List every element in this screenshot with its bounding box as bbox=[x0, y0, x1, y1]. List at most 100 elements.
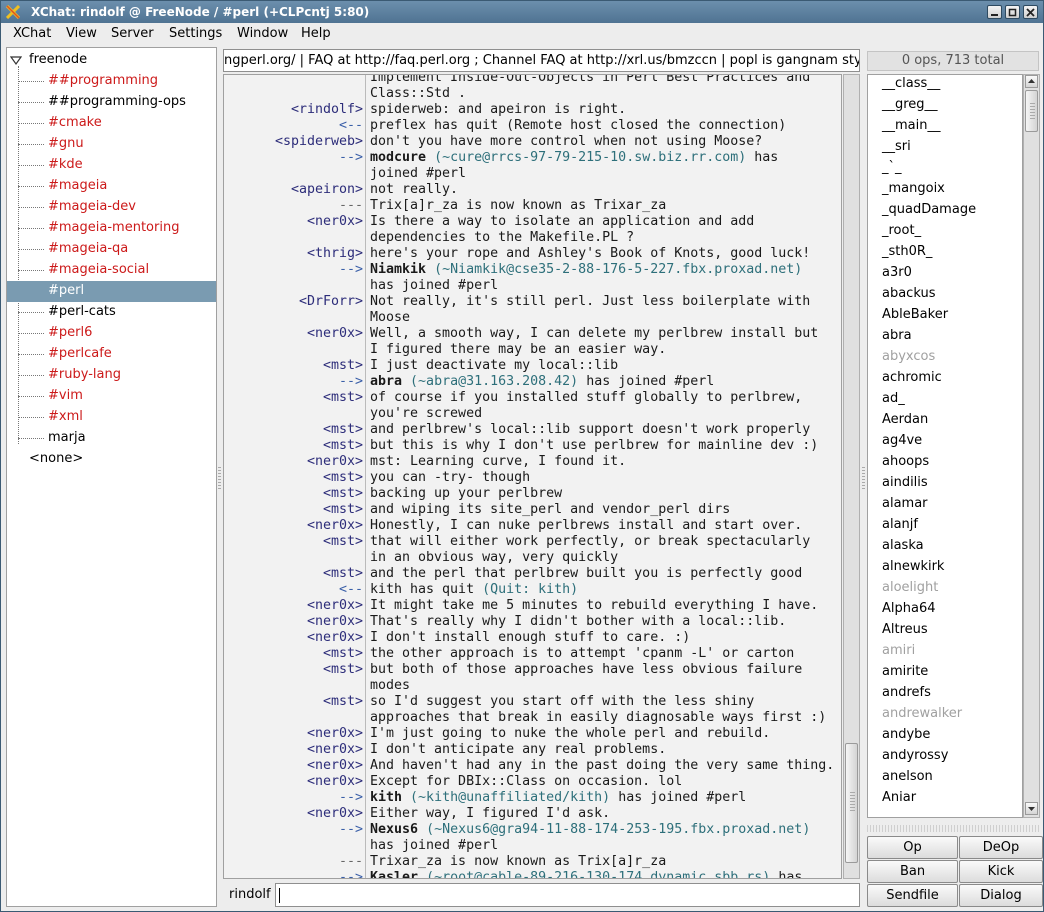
chat-nick[interactable]: <thrig> bbox=[307, 246, 363, 262]
tree-item-channel[interactable]: #mageia-qa bbox=[7, 239, 216, 260]
right-pane-splitter[interactable] bbox=[861, 47, 866, 907]
user-list-item[interactable]: __class__ bbox=[882, 76, 940, 97]
user-list-item[interactable]: __greg__ bbox=[882, 97, 938, 118]
user-list-item[interactable]: aloelight bbox=[882, 580, 938, 601]
chat-nick[interactable]: <mst> bbox=[323, 646, 363, 662]
chat-nick[interactable]: <mst> bbox=[323, 358, 363, 374]
user-list-item[interactable]: amirite bbox=[882, 664, 928, 685]
user-scroll-thumb[interactable] bbox=[1025, 90, 1038, 132]
user-list-item[interactable]: amiri bbox=[882, 643, 915, 664]
chat-nick[interactable]: <ner0x> bbox=[307, 742, 363, 758]
scroll-up-button[interactable] bbox=[1025, 75, 1038, 88]
user-list-item[interactable]: ahoops bbox=[882, 454, 929, 475]
user-list-item[interactable]: _root_ bbox=[882, 223, 921, 244]
chat-nick[interactable]: <spiderweb> bbox=[275, 134, 363, 150]
chat-nick[interactable]: <mst> bbox=[323, 694, 363, 710]
user-list-item[interactable]: alamar bbox=[882, 496, 928, 517]
channel-tree[interactable]: freenode ##programming ##programming-ops #c… bbox=[6, 47, 217, 907]
user-list-item[interactable]: Altreus bbox=[882, 622, 928, 643]
chat-nick[interactable]: <ner0x> bbox=[307, 518, 363, 534]
title-bar[interactable]: XChat: rindolf @ FreeNode / #perl (+CLPc… bbox=[1, 1, 1043, 23]
chat-nick[interactable]: <mst> bbox=[323, 486, 363, 502]
tree-item-channel[interactable]: #mageia-dev bbox=[7, 197, 216, 218]
chat-scroll-thumb[interactable] bbox=[845, 743, 858, 863]
user-list[interactable]: __class__ __greg__ __main__ __sri _`_ _mangoi… bbox=[867, 74, 1023, 818]
chat-scrollbar[interactable] bbox=[843, 74, 860, 879]
close-button[interactable] bbox=[1023, 5, 1038, 19]
tree-item-channel[interactable]: #mageia-social bbox=[7, 260, 216, 281]
tree-item-channel[interactable]: #perlcafe bbox=[7, 344, 216, 365]
chat-nick[interactable]: <ner0x> bbox=[307, 758, 363, 774]
tree-item-channel[interactable]: #mageia bbox=[7, 176, 216, 197]
user-list-item[interactable]: ag4ve bbox=[882, 433, 922, 454]
tree-item-channel[interactable]: #perl-cats bbox=[7, 302, 216, 323]
tree-item-channel[interactable]: #mageia-mentoring bbox=[7, 218, 216, 239]
tree-item-channel[interactable]: #perl bbox=[7, 281, 216, 302]
minimize-button[interactable] bbox=[987, 5, 1002, 19]
user-list-item[interactable]: aindilis bbox=[882, 475, 928, 496]
user-list-item[interactable]: anelson bbox=[882, 769, 933, 790]
user-list-item[interactable]: _mangoix bbox=[882, 181, 945, 202]
topic-field[interactable]: ngperl.org/ | FAQ at http://faq.perl.org… bbox=[223, 49, 860, 72]
chat-nick[interactable]: <mst> bbox=[323, 422, 363, 438]
chat-nick[interactable]: <ner0x> bbox=[307, 806, 363, 822]
tree-network-freenode[interactable]: freenode bbox=[7, 50, 216, 71]
menu-settings[interactable]: Settings bbox=[169, 26, 222, 41]
user-list-item[interactable]: ad_ bbox=[882, 391, 905, 412]
chat-nick[interactable]: <mst> bbox=[323, 470, 363, 486]
tree-item-channel[interactable]: #vim bbox=[7, 386, 216, 407]
chat-nick[interactable]: <mst> bbox=[323, 438, 363, 454]
chat-nick[interactable]: <ner0x> bbox=[307, 726, 363, 742]
user-list-item[interactable]: andyrossy bbox=[882, 748, 948, 769]
menu-xchat[interactable]: XChat bbox=[13, 26, 51, 41]
chat-nick[interactable]: <apeiron> bbox=[291, 182, 363, 198]
chat-nick[interactable]: <ner0x> bbox=[307, 454, 363, 470]
message-input[interactable] bbox=[275, 883, 860, 907]
menu-server[interactable]: Server bbox=[111, 26, 154, 41]
deop-button[interactable]: DeOp bbox=[959, 836, 1043, 859]
tree-item-channel[interactable]: ##programming-ops bbox=[7, 92, 216, 113]
chat-nick[interactable]: <mst> bbox=[323, 566, 363, 582]
chat-nick[interactable]: <DrForr> bbox=[299, 294, 363, 310]
chat-nick[interactable]: <ner0x> bbox=[307, 214, 363, 230]
userlist-buttons-splitter[interactable] bbox=[867, 825, 1041, 832]
user-list-item[interactable]: abyxcos bbox=[882, 349, 935, 370]
user-list-item[interactable]: Aerdan bbox=[882, 412, 928, 433]
op-button[interactable]: Op bbox=[867, 836, 958, 859]
tree-network-none[interactable]: <none> bbox=[7, 449, 216, 470]
user-list-item[interactable]: andrewalker bbox=[882, 706, 962, 727]
user-list-item[interactable]: _sth0R_ bbox=[882, 244, 932, 265]
ban-button[interactable]: Ban bbox=[867, 860, 958, 883]
tree-item-channel[interactable]: ##programming bbox=[7, 71, 216, 92]
menu-window[interactable]: Window bbox=[237, 26, 288, 41]
user-list-item[interactable]: achromic bbox=[882, 370, 942, 391]
chat-nick[interactable]: <ner0x> bbox=[307, 774, 363, 790]
user-list-scrollbar[interactable] bbox=[1023, 74, 1040, 818]
user-list-item[interactable]: _`_ bbox=[882, 160, 902, 181]
chat-nick[interactable]: <mst> bbox=[323, 534, 363, 550]
kick-button[interactable]: Kick bbox=[959, 860, 1043, 883]
tree-item-channel[interactable]: #cmake bbox=[7, 113, 216, 134]
scroll-down-button[interactable] bbox=[1025, 802, 1038, 815]
maximize-button[interactable] bbox=[1005, 5, 1020, 19]
user-list-item[interactable]: _quadDamage bbox=[882, 202, 976, 223]
expander-arrow-icon[interactable] bbox=[10, 55, 22, 67]
chat-nick[interactable]: <ner0x> bbox=[307, 614, 363, 630]
user-list-item[interactable]: Aniar bbox=[882, 790, 916, 811]
user-list-item[interactable]: Alpha64 bbox=[882, 601, 936, 622]
chat-nick[interactable]: <mst> bbox=[323, 502, 363, 518]
tree-item-channel[interactable]: marja bbox=[7, 428, 216, 449]
user-list-item[interactable]: a3r0 bbox=[882, 265, 912, 286]
chat-nick[interactable]: <mst> bbox=[323, 390, 363, 406]
sendfile-button[interactable]: Sendfile bbox=[867, 884, 958, 907]
chat-log[interactable]: Implement Inside-Out-Objects in Perl Bes… bbox=[223, 74, 842, 879]
user-list-item[interactable]: alnewkirk bbox=[882, 559, 944, 580]
menu-view[interactable]: View bbox=[66, 26, 97, 41]
user-list-item[interactable]: alanjf bbox=[882, 517, 918, 538]
user-list-item[interactable]: abra bbox=[882, 328, 912, 349]
tree-item-channel[interactable]: #perl6 bbox=[7, 323, 216, 344]
tree-item-channel[interactable]: #kde bbox=[7, 155, 216, 176]
chat-nick[interactable]: <ner0x> bbox=[307, 326, 363, 342]
user-list-item[interactable]: __sri bbox=[882, 139, 911, 160]
tree-item-channel[interactable]: #ruby-lang bbox=[7, 365, 216, 386]
